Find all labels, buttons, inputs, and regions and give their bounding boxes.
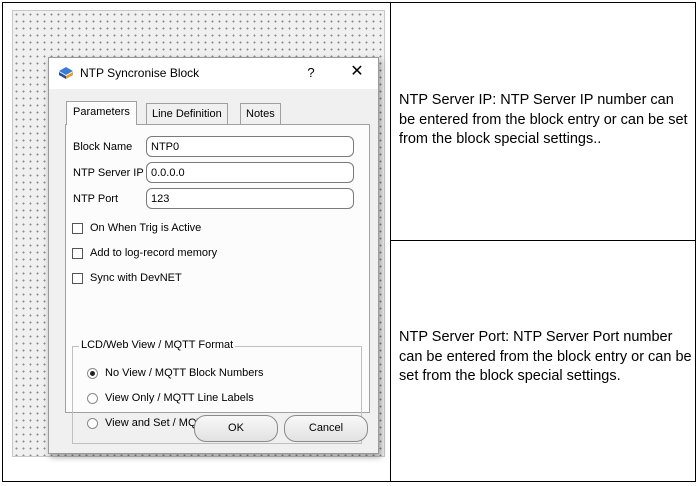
radio-label: View Only / MQTT Line Labels xyxy=(105,392,254,404)
table-row-divider xyxy=(391,240,696,241)
radio-label: No View / MQTT Block Numbers xyxy=(105,367,264,379)
block-name-field[interactable] xyxy=(146,136,354,157)
server-ip-note: NTP Server IP: NTP Server IP number can … xyxy=(399,92,688,147)
port-field[interactable] xyxy=(146,188,354,209)
table-column-divider xyxy=(390,3,391,481)
block-name-label: Block Name xyxy=(73,141,133,153)
checkbox-box[interactable] xyxy=(72,223,83,234)
radio-selected-icon[interactable] xyxy=(87,368,98,379)
designer-canvas: NTP Syncronise Block ? ✕ Parameters Line… xyxy=(12,10,385,457)
close-button[interactable]: ✕ xyxy=(346,61,368,83)
tab-line-definition[interactable]: Line Definition xyxy=(146,103,228,124)
cancel-button[interactable]: Cancel xyxy=(284,415,368,442)
group-title: LCD/Web View / MQTT Format xyxy=(79,339,236,351)
server-port-note: NTP Server Port: NTP Server Port number … xyxy=(399,329,692,384)
radio-unselected-icon[interactable] xyxy=(87,418,98,429)
help-button[interactable]: ? xyxy=(301,63,321,83)
checkbox-box[interactable] xyxy=(72,273,83,284)
checkbox-label: On When Trig is Active xyxy=(90,222,202,234)
tab-notes[interactable]: Notes xyxy=(240,103,281,124)
server-ip-field[interactable] xyxy=(146,162,354,183)
dialog-title: NTP Syncronise Block xyxy=(80,66,200,80)
tab-parameters[interactable]: Parameters xyxy=(66,101,137,125)
ntp-block-dialog: NTP Syncronise Block ? ✕ Parameters Line… xyxy=(48,57,379,454)
radio-unselected-icon[interactable] xyxy=(87,393,98,404)
server-ip-label: NTP Server IP xyxy=(73,167,144,179)
block-icon xyxy=(59,67,73,79)
checkbox-label: Add to log-record memory xyxy=(90,247,218,259)
dialog-titlebar: NTP Syncronise Block ? ✕ xyxy=(49,58,378,89)
ok-button[interactable]: OK xyxy=(194,415,278,442)
port-label: NTP Port xyxy=(73,193,119,205)
checkbox-label: Sync with DevNET xyxy=(90,272,182,284)
documentation-table: NTP Syncronise Block ? ✕ Parameters Line… xyxy=(2,2,696,482)
checkbox-box[interactable] xyxy=(72,248,83,259)
parameters-panel: Block Name NTP Server IP NTP Port On Whe… xyxy=(65,124,370,444)
